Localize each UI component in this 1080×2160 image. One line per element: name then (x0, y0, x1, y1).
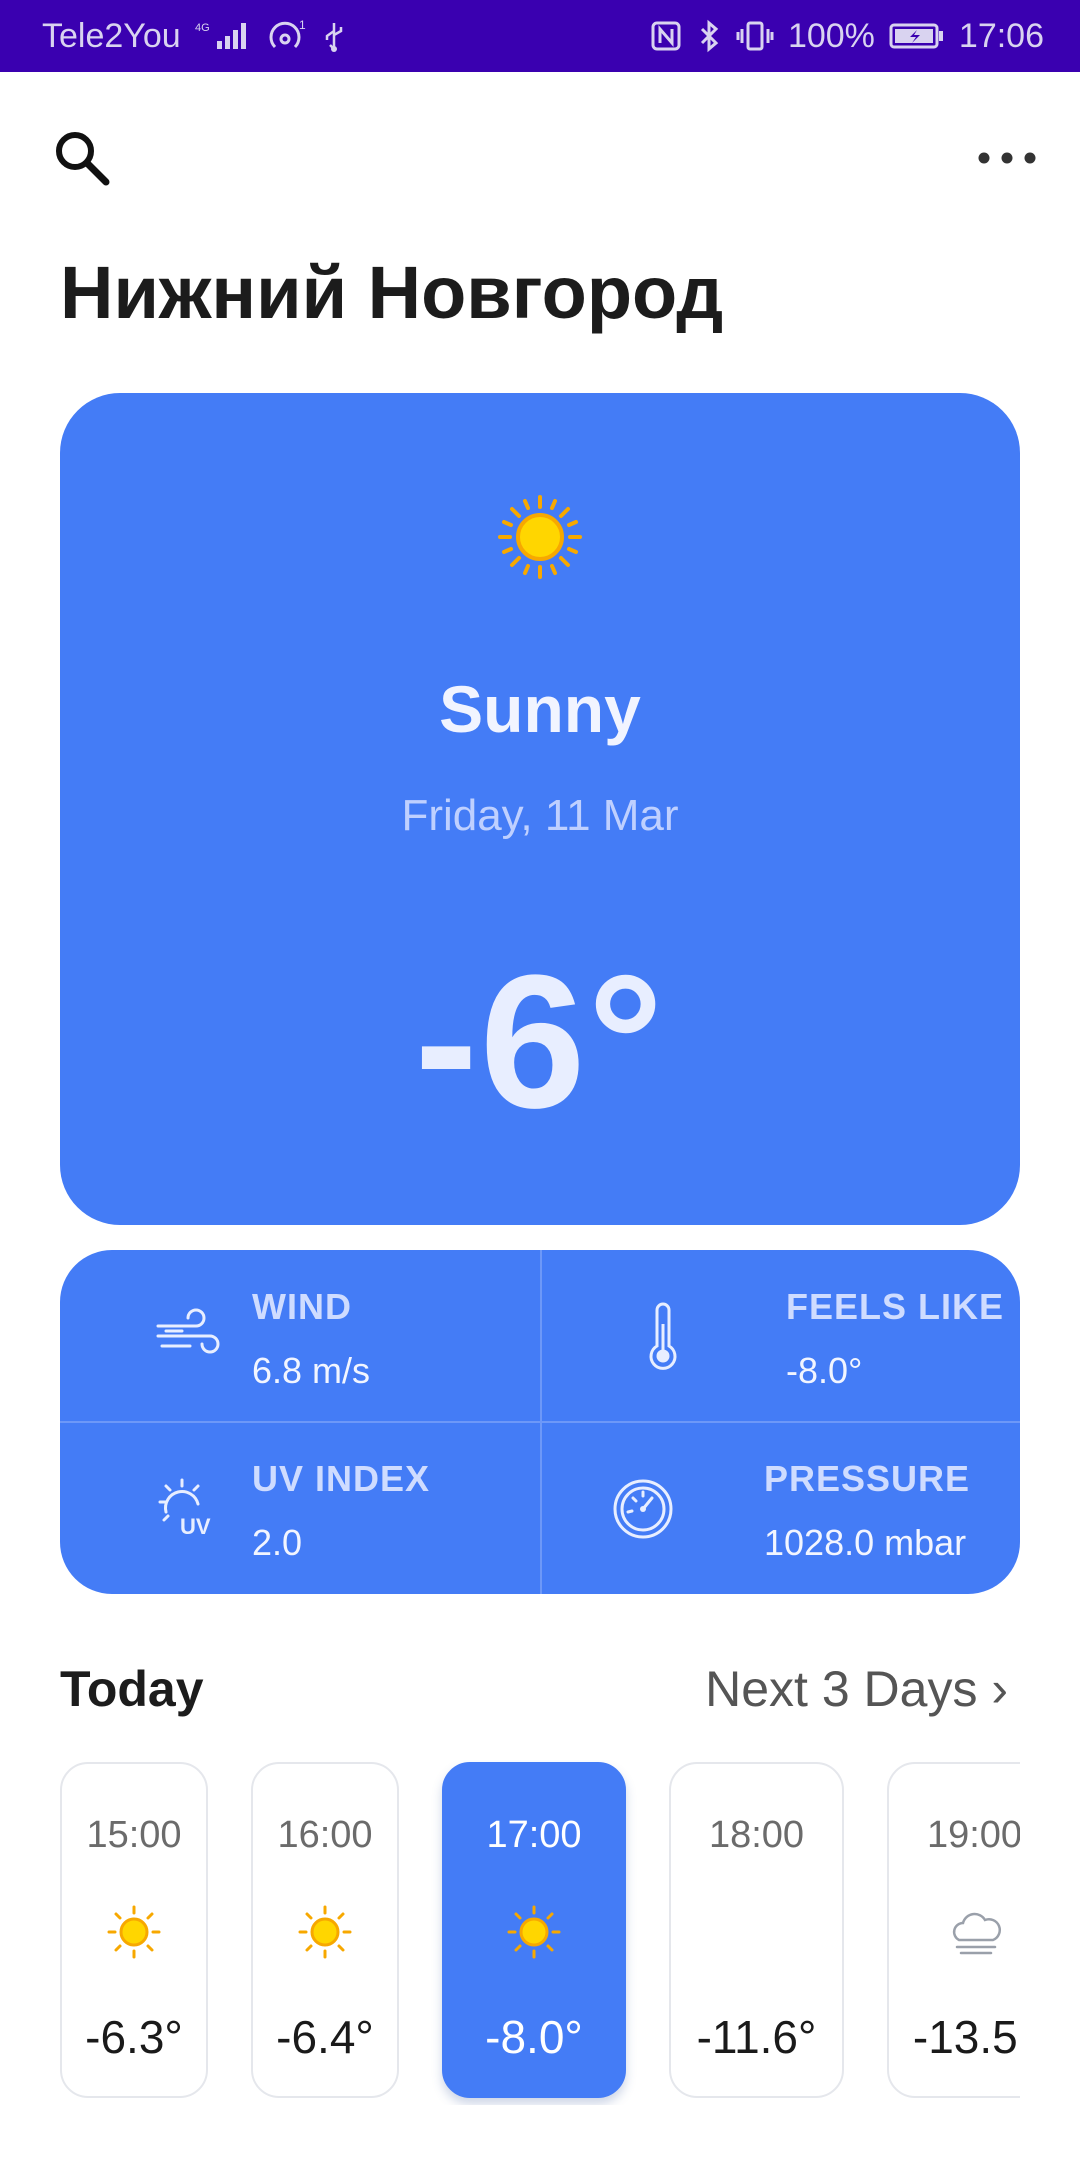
network-type: 4G (195, 22, 210, 34)
nfc-icon (650, 19, 682, 53)
hour-time: 19:00 (926, 1814, 1020, 1856)
hour-temp: -13.5° (912, 2011, 1020, 2063)
sun-icon (498, 495, 582, 579)
hour-time: 15:00 (86, 1814, 182, 1856)
stat-feels-like: FEELS LIKE -8.0° (540, 1250, 1020, 1422)
stat-value: 1028.0 mbar (764, 1522, 967, 1563)
city-title: Нижний Новгород (60, 251, 724, 334)
stat-value: 2.0 (252, 1522, 303, 1563)
gauge-icon (613, 1479, 673, 1539)
hour-card-selected[interactable]: 17:00 -8.0° (442, 1762, 626, 2098)
today-tab[interactable]: Today (60, 1660, 204, 1718)
battery-percent: 100% (787, 16, 875, 55)
clock: 17:06 (958, 16, 1044, 55)
sun-icon (107, 1905, 161, 1959)
hour-temp: -8.0° (485, 2011, 583, 2063)
hourly-forecast-list[interactable]: 15:00 -6.3° 16:00 -6.4° 17:00 -8.0° 18:0… (60, 1760, 1020, 2105)
signal-icon: 4G (195, 19, 253, 53)
sun-icon (298, 1905, 352, 1959)
next-3-days-link[interactable]: Next 3 Days › (705, 1660, 1008, 1718)
thermometer-icon (649, 1302, 677, 1370)
more-options-button[interactable] (972, 136, 1042, 180)
weather-condition: Sunny (439, 672, 641, 746)
stat-wind: WIND 6.8 m/s (60, 1250, 540, 1422)
hour-card[interactable]: 15:00 -6.3° (60, 1762, 208, 2098)
hour-temp: -11.6° (696, 2011, 817, 2063)
stat-label: WIND (252, 1286, 352, 1327)
search-button[interactable] (50, 126, 114, 190)
usb-icon (321, 19, 347, 53)
stat-uv-index: UV UV INDEX 2.0 (60, 1422, 540, 1594)
stat-label: FEELS LIKE (786, 1286, 1005, 1327)
hotspot-icon: 1 (267, 19, 307, 53)
wind-icon (156, 1308, 220, 1354)
status-bar: Tele2You 4G 1 100% 17:06 (0, 0, 1080, 72)
status-left: Tele2You 4G 1 (42, 17, 347, 56)
forecast-header: Today Next 3 Days › (60, 1660, 1020, 1730)
more-dots-icon (978, 152, 1036, 164)
hour-time: 17:00 (486, 1814, 582, 1856)
stat-value: -8.0° (786, 1350, 863, 1391)
stat-value: 6.8 m/s (252, 1350, 371, 1391)
carrier-name: Tele2You (42, 16, 181, 55)
current-date: Friday, 11 Mar (401, 791, 679, 840)
uv-icon: UV (158, 1478, 211, 1539)
stat-pressure: PRESSURE 1028.0 mbar (540, 1422, 1020, 1594)
search-icon (56, 132, 110, 186)
hour-temp: -6.3° (85, 2011, 183, 2063)
current-weather-card: Sunny Friday, 11 Mar -6° (60, 393, 1020, 1225)
hour-card[interactable]: 16:00 -6.4° (251, 1762, 399, 2098)
vibrate-icon (736, 19, 774, 53)
weather-stats-grid: WIND 6.8 m/s FEELS LIKE -8.0° UV UV INDE… (60, 1250, 1020, 1594)
status-right: 100% 17:06 (650, 17, 1044, 56)
svg-text:1: 1 (299, 19, 306, 32)
sun-icon (507, 1905, 561, 1959)
hour-time: 16:00 (277, 1814, 373, 1856)
bluetooth-icon (696, 19, 722, 53)
current-temperature: -6° (414, 936, 666, 1148)
cloud-icon (952, 1912, 1001, 1955)
hour-card[interactable]: 18:00 -11.6° (669, 1762, 844, 2098)
stat-label: UV INDEX (252, 1458, 431, 1499)
moon-icon (747, 1918, 762, 1946)
stat-label: PRESSURE (764, 1458, 971, 1499)
top-bar (0, 72, 1080, 242)
svg-text:UV: UV (180, 1514, 211, 1539)
hour-card[interactable]: 19:00 -13.5° (887, 1762, 1020, 2098)
hour-temp: -6.4° (276, 2011, 374, 2063)
battery-charging-icon (889, 19, 945, 53)
hour-time: 18:00 (708, 1814, 805, 1856)
